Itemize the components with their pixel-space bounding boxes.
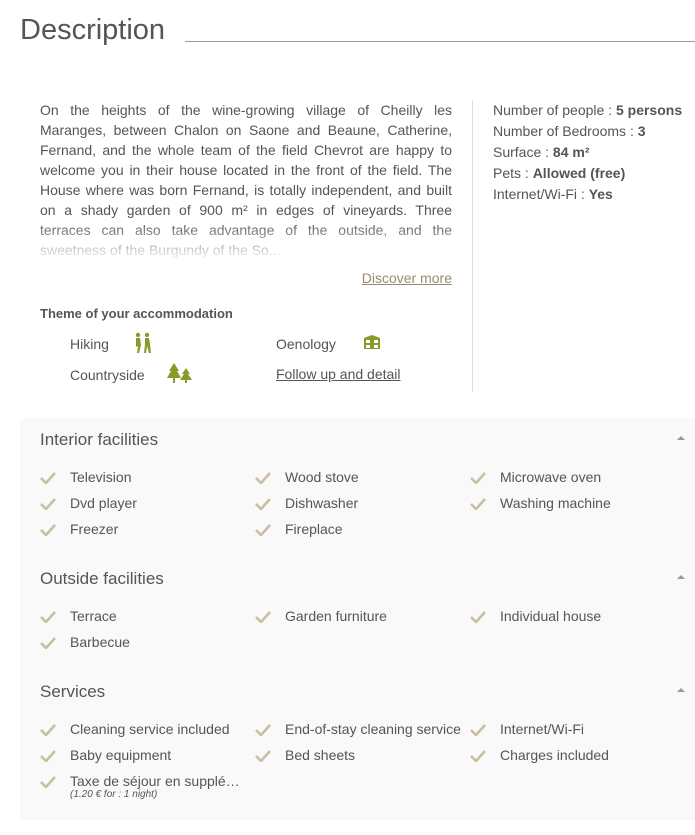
interior-item: Freezer [70,521,119,537]
services-title: Services [40,682,106,701]
interior-item: Dvd player [70,495,137,511]
interior-item: Washing machine [500,495,611,511]
interior-section: Interior facilities [20,418,695,557]
theme-hiking: Hiking [70,336,109,352]
checkmark-icon [255,524,271,536]
title-divider [185,41,695,42]
services-item: Taxe de séjour en supplé… [70,773,240,789]
tax-note: (1.20 € for : 1 night) [70,789,158,800]
hiking-icon [135,332,151,353]
services-item: Charges included [500,747,609,763]
checkmark-icon [255,724,271,736]
interior-item: Television [70,469,132,485]
outside-title: Outside facilities [40,569,164,588]
wine-cellar-icon [364,335,380,349]
checkmark-icon [255,611,271,623]
interior-item: Wood stove [285,469,359,485]
outside-item: Terrace [70,608,117,624]
trees-icon [167,363,192,383]
outside-item: Barbecue [70,634,130,650]
services-item: Bed sheets [285,747,356,763]
checkmark-icon [470,498,486,510]
services-item: End-of-stay cleaning service [285,721,461,737]
checkmark-icon [470,472,486,484]
checkmark-icon [40,750,56,762]
collapse-caret-icon[interactable] [677,436,685,440]
checkmark-icon [255,750,271,762]
services-item: Internet/Wi-Fi [500,721,585,737]
column-divider [472,100,473,392]
interior-title: Interior facilities [40,430,159,449]
fact-surface: Surface : 84 m² [493,144,590,160]
interior-item: Fireplace [285,521,343,537]
checkmark-icon [40,611,56,623]
interior-item: Microwave oven [500,469,602,485]
checkmark-icon [40,472,56,484]
collapse-caret-icon[interactable] [677,688,685,692]
fact-people: Number of people : 5 persons [493,102,683,118]
services-item: Baby equipment [70,747,172,763]
page-title: Description [20,14,166,46]
checkmark-icon [40,498,56,510]
description-fade [40,222,452,262]
checkmark-icon [40,637,56,649]
services-item: Cleaning service included [70,721,230,737]
fact-bedrooms: Number of Bedrooms : 3 [493,123,646,139]
fact-internet: Internet/Wi-Fi : Yes [493,186,613,202]
theme-oenology: Oenology [276,336,336,352]
interior-item: Dishwasher [285,495,359,511]
checkmark-icon [470,611,486,623]
outside-item: Individual house [500,608,602,624]
checkmark-icon [255,498,271,510]
checkmark-icon [40,724,56,736]
collapse-caret-icon[interactable] [677,575,685,579]
theme-countryside: Countryside [70,367,145,383]
checkmark-icon [255,472,271,484]
checkmark-icon [470,724,486,736]
fact-pets: Pets : Allowed (free) [493,165,626,181]
checkmark-icon [40,776,56,788]
follow-up-link[interactable]: Follow up and detail [276,366,401,382]
outside-item: Garden furniture [285,608,387,624]
checkmark-icon [40,524,56,536]
description-header: Description [20,14,695,54]
checkmark-icon [470,750,486,762]
discover-more-link[interactable]: Discover more [362,270,452,286]
facts-list: Number of people : 5 persons Number of B… [493,100,682,205]
theme-title: Theme of your accommodation [40,306,233,321]
